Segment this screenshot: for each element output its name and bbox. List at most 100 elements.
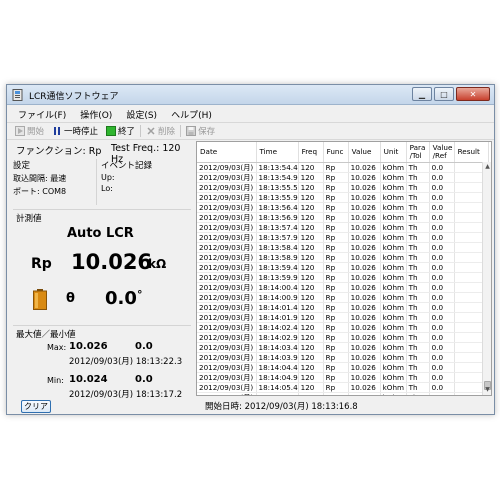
col-result[interactable]: Result: [454, 142, 489, 163]
pause-icon: [54, 127, 61, 135]
table-cell: 0.0: [429, 172, 455, 183]
table-cell: Rp: [323, 372, 349, 383]
battery-icon: [33, 289, 47, 310]
close-button[interactable]: ✕: [456, 87, 490, 101]
event-lo: Lo:: [101, 184, 113, 193]
table-cell: 2012/09/03(月): [197, 332, 257, 343]
col-func[interactable]: Func: [323, 142, 349, 163]
table-row[interactable]: 2012/09/03(月) 18:14:02.9 120 Rp 10.026 kOhm Th…: [197, 332, 489, 343]
table-row[interactable]: 2012/09/03(月) 18:14:02.4 120 Rp 10.026 kOhm Th…: [197, 322, 489, 333]
table-row[interactable]: 2012/09/03(月) 18:14:05.4 120 Rp 10.026 kOhm Th…: [197, 382, 489, 393]
minimize-button[interactable]: ▁: [412, 87, 432, 101]
menu-help[interactable]: ヘルプ(H): [164, 106, 219, 122]
table-row[interactable]: 2012/09/03(月)18:14:06.0120Rp10.026kOhmTh…: [197, 392, 489, 395]
table-row[interactable]: 2012/09/03(月) 18:14:00.9 120 Rp 10.026 kOhm Th…: [197, 292, 489, 303]
table-cell: Rp: [323, 342, 349, 353]
table-row[interactable]: 2012/09/03(月) 18:13:57.9 120 Rp 10.026 kOhm Th…: [197, 232, 489, 243]
table-cell: 120: [298, 212, 324, 223]
table-row[interactable]: 2012/09/03(月) 18:14:04.4 120 Rp 10.026 kOhm Th…: [197, 362, 489, 373]
table-cell: 120: [298, 372, 324, 383]
table-row[interactable]: 2012/09/03(月) 18:13:58.9 120 Rp 10.026 kOhm Th…: [197, 252, 489, 263]
table-cell: 120: [298, 312, 324, 323]
table-cell: 0.0: [429, 372, 455, 383]
title-bar[interactable]: LCR通信ソフトウェア ▁ □ ✕: [7, 85, 494, 105]
table-cell: Rp: [323, 202, 349, 213]
table-cell: 0.0: [429, 262, 455, 273]
vertical-scrollbar[interactable]: ▲ ▼: [482, 162, 491, 395]
table-row[interactable]: 2012/09/03(月) 18:14:03.9 120 Rp 10.026 kOhm Th…: [197, 352, 489, 363]
table-row[interactable]: 2012/09/03(月) 18:13:55.9 120 Rp 10.026 kOhm Th…: [197, 192, 489, 203]
table-row[interactable]: 2012/09/03(月) 18:14:01.4 120 Rp 10.026 kOhm Th…: [197, 302, 489, 313]
col-value[interactable]: Value: [348, 142, 381, 163]
table-cell: Rp: [323, 262, 349, 273]
col-freq[interactable]: Freq: [298, 142, 324, 163]
pause-button[interactable]: 一時停止: [48, 123, 102, 139]
table-cell: 2012/09/03(月): [197, 212, 257, 223]
table-cell: Th: [406, 222, 430, 233]
window-title: LCR通信ソフトウェア: [29, 92, 119, 102]
table-row[interactable]: 2012/09/03(月) 18:14:00.4 120 Rp 10.026 kOhm Th…: [197, 282, 489, 293]
table-cell: kOhm: [380, 272, 407, 283]
menu-settings[interactable]: 設定(S): [119, 106, 164, 122]
delete-button[interactable]: 削除: [142, 123, 179, 139]
table-cell: Rp: [323, 222, 349, 233]
col-date[interactable]: Date: [197, 142, 257, 163]
table-cell: 10.026: [348, 192, 381, 203]
col-value-ref[interactable]: Value /Ref: [429, 142, 455, 163]
table-cell: 10.026: [348, 352, 381, 363]
table-cell: kOhm: [380, 332, 407, 343]
table-cell: Th: [406, 342, 430, 353]
table-cell: 10.026: [348, 222, 381, 233]
toolbar: 開始 一時停止 終了 削除 保存: [7, 122, 494, 140]
table-cell: Th: [406, 192, 430, 203]
event-log-box: イベント記録 Up: Lo:: [101, 159, 191, 205]
table-cell: 120: [298, 322, 324, 333]
table-cell: 10.026: [348, 252, 381, 263]
table-row[interactable]: 2012/09/03(月) 18:13:56.9 120 Rp 10.026 kOhm Th…: [197, 212, 489, 223]
clear-button[interactable]: クリア: [21, 400, 51, 413]
stop-icon: [106, 126, 117, 136]
interval-setting: 取込間隔: 最速: [13, 174, 67, 183]
table-cell: 18:14:03.4: [256, 342, 299, 353]
table-row[interactable]: 2012/09/03(月) 18:13:59.9 120 Rp 10.026 kOhm Th…: [197, 272, 489, 283]
table-cell: Rp: [323, 172, 349, 183]
table-row[interactable]: 2012/09/03(月) 18:13:57.4 120 Rp 10.026 kOhm Th…: [197, 222, 489, 233]
table-row[interactable]: 2012/09/03(月) 18:13:59.4 120 Rp 10.026 kOhm Th…: [197, 262, 489, 273]
table-row[interactable]: 2012/09/03(月) 18:13:54.4 120 Rp 10.026 kOhm Th…: [197, 162, 489, 173]
col-unit[interactable]: Unit: [380, 142, 407, 163]
table-cell: kOhm: [380, 192, 407, 203]
table-cell: 120: [298, 222, 324, 233]
table-cell: 10.026: [348, 212, 381, 223]
start-label: 開始: [27, 127, 45, 137]
save-button[interactable]: 保存: [182, 123, 219, 139]
table-row[interactable]: 2012/09/03(月) 18:14:04.9 120 Rp 10.026 kOhm Th…: [197, 372, 489, 383]
table-cell: 10.026: [348, 262, 381, 273]
maximize-button[interactable]: □: [434, 87, 454, 101]
table-cell: 120: [298, 262, 324, 273]
table-cell: Rp: [323, 362, 349, 373]
table-cell: Th: [406, 212, 430, 223]
table-row[interactable]: 2012/09/03(月) 18:14:03.4 120 Rp 10.026 kOhm Th…: [197, 342, 489, 353]
table-row[interactable]: 2012/09/03(月) 18:13:55.5 120 Rp 10.026 kOhm Th…: [197, 182, 489, 193]
scroll-up-icon[interactable]: ▲: [484, 163, 491, 171]
table-row[interactable]: 2012/09/03(月) 18:14:01.9 120 Rp 10.026 kOhm Th…: [197, 312, 489, 323]
menu-operation[interactable]: 操作(O): [73, 106, 119, 122]
table-cell: Th: [406, 322, 430, 333]
table-cell: Rp: [323, 282, 349, 293]
table-row[interactable]: 2012/09/03(月) 18:13:58.4 120 Rp 10.026 kOhm Th…: [197, 242, 489, 253]
max-label: Max:: [47, 343, 67, 352]
table-cell: 0.0: [429, 252, 455, 263]
table-cell: 120: [298, 292, 324, 303]
table-cell: 0.0: [429, 282, 455, 293]
table-cell: 10.026: [348, 182, 381, 193]
table-row[interactable]: 2012/09/03(月) 18:13:54.9 120 Rp 10.026 kOhm Th…: [197, 172, 489, 183]
start-button[interactable]: 開始: [11, 123, 48, 139]
col-para-tol[interactable]: Para /Tol: [406, 142, 430, 163]
stop-button[interactable]: 終了: [102, 123, 139, 139]
table-cell: 2012/09/03(月): [197, 232, 257, 243]
col-time[interactable]: Time: [256, 142, 299, 163]
scroll-down-icon[interactable]: ▼: [484, 386, 491, 394]
menu-file[interactable]: ファイル(F): [11, 106, 73, 122]
table-row[interactable]: 2012/09/03(月) 18:13:56.4 120 Rp 10.026 kOhm Th…: [197, 202, 489, 213]
table-cell: 120: [298, 392, 324, 395]
